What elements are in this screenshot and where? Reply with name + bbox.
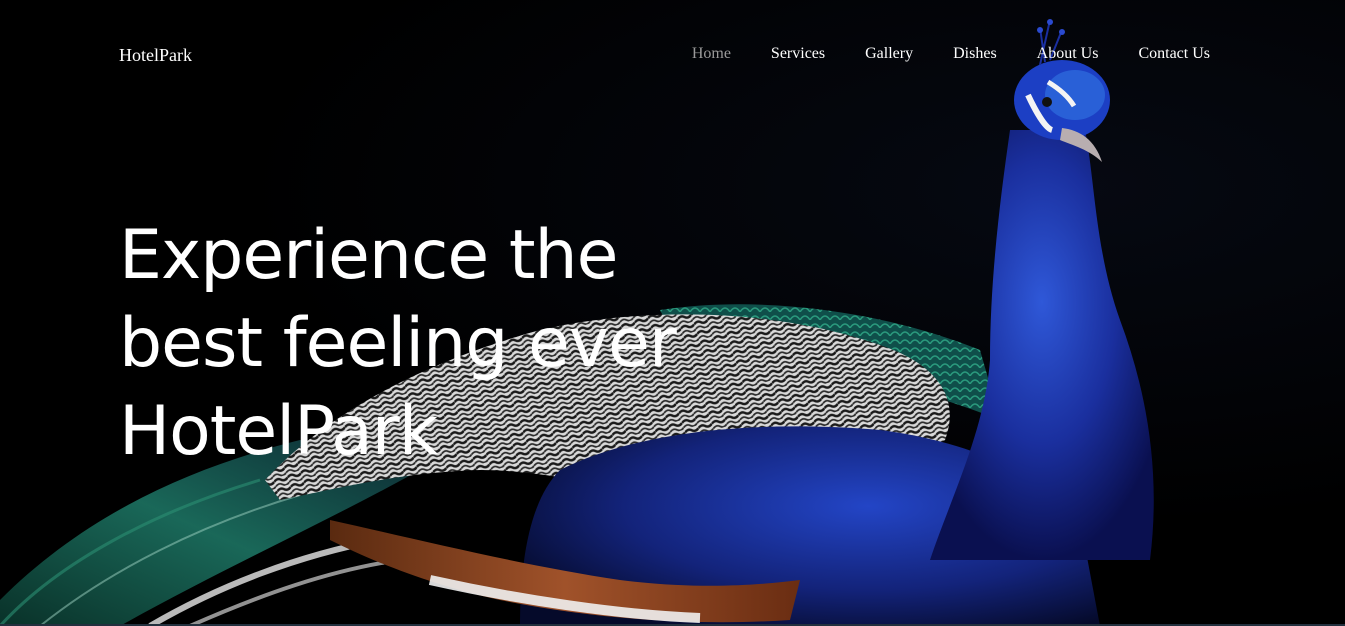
hero-section: HotelPark Home Services Gallery Dishes A… — [0, 0, 1345, 626]
nav-link-home[interactable]: Home — [692, 45, 731, 63]
hero-headline-line-3: HotelPark — [119, 392, 438, 471]
hero-headline-line-1: Experience the — [119, 216, 618, 295]
nav-link-dishes[interactable]: Dishes — [953, 45, 997, 63]
nav-link-about-us[interactable]: About Us — [1037, 45, 1099, 63]
brand-logo-link[interactable]: HotelPark — [119, 45, 192, 66]
hero-headline: Experience the best feeling ever HotelPa… — [119, 212, 739, 476]
nav-link-gallery[interactable]: Gallery — [865, 45, 913, 63]
nav-item-gallery: Gallery — [825, 45, 913, 63]
nav-menu: Home Services Gallery Dishes About Us Co… — [652, 45, 1210, 63]
nav-item-services: Services — [731, 45, 825, 63]
nav-link-contact-us[interactable]: Contact Us — [1138, 45, 1210, 63]
nav-item-contact: Contact Us — [1098, 45, 1210, 63]
nav-item-home: Home — [652, 45, 731, 63]
nav-link-services[interactable]: Services — [771, 45, 825, 63]
nav-item-about: About Us — [997, 45, 1099, 63]
nav-item-dishes: Dishes — [913, 45, 997, 63]
hero-headline-line-2: best feeling ever — [119, 304, 677, 383]
navbar: HotelPark Home Services Gallery Dishes A… — [0, 0, 1345, 112]
